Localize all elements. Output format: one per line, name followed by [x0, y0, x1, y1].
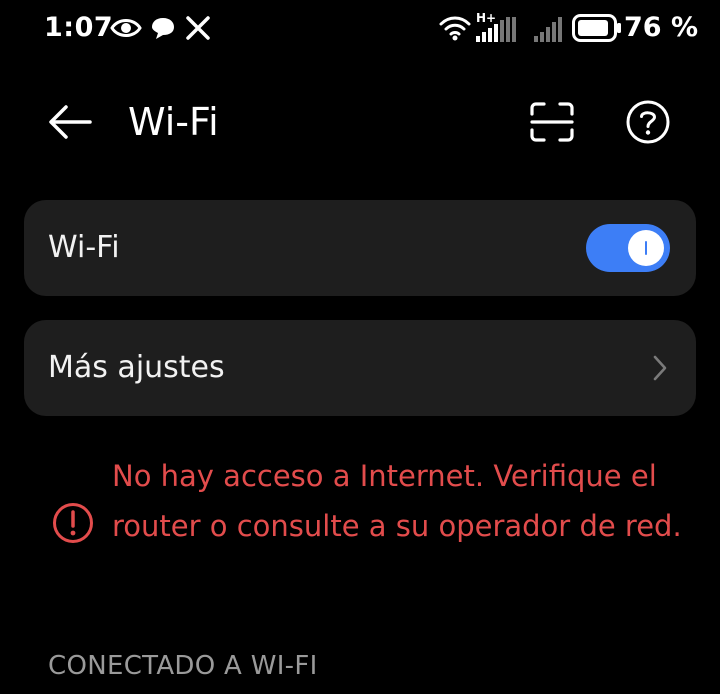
- wifi-icon: [438, 14, 472, 46]
- more-settings-label: Más ajustes: [48, 350, 225, 385]
- battery-percent: 76 %: [624, 12, 699, 43]
- battery-icon: [572, 14, 622, 46]
- scan-icon: [530, 102, 574, 142]
- eye-icon: [110, 14, 142, 46]
- cell-signal-2-icon: [534, 16, 564, 46]
- section-header-connected: CONECTADO A WI-FI: [48, 651, 318, 681]
- wifi-toggle-row[interactable]: Wi-Fi: [24, 200, 696, 296]
- switch-knob: [628, 230, 664, 266]
- x-logo-icon: [185, 15, 211, 45]
- help-button[interactable]: [622, 96, 674, 148]
- no-internet-warning: No hay acceso a Internet. Verifique el r…: [112, 459, 682, 543]
- back-button[interactable]: [44, 98, 96, 146]
- wifi-switch[interactable]: [586, 224, 670, 272]
- page-title: Wi-Fi: [128, 100, 219, 144]
- cell-signal-icon: [476, 16, 520, 46]
- status-bar: 1:07 H+ 76 %: [0, 0, 720, 56]
- chat-bubble-icon: [150, 15, 176, 45]
- help-icon: [626, 100, 670, 144]
- status-time: 1:07: [44, 12, 114, 43]
- warning-icon: [53, 503, 93, 543]
- wifi-label: Wi-Fi: [48, 230, 120, 265]
- top-app-bar: Wi-Fi: [0, 80, 720, 164]
- chevron-right-icon: [653, 355, 667, 381]
- scan-qr-button[interactable]: [526, 98, 578, 146]
- back-arrow-icon: [49, 105, 92, 139]
- more-settings-row[interactable]: Más ajustes: [24, 320, 696, 416]
